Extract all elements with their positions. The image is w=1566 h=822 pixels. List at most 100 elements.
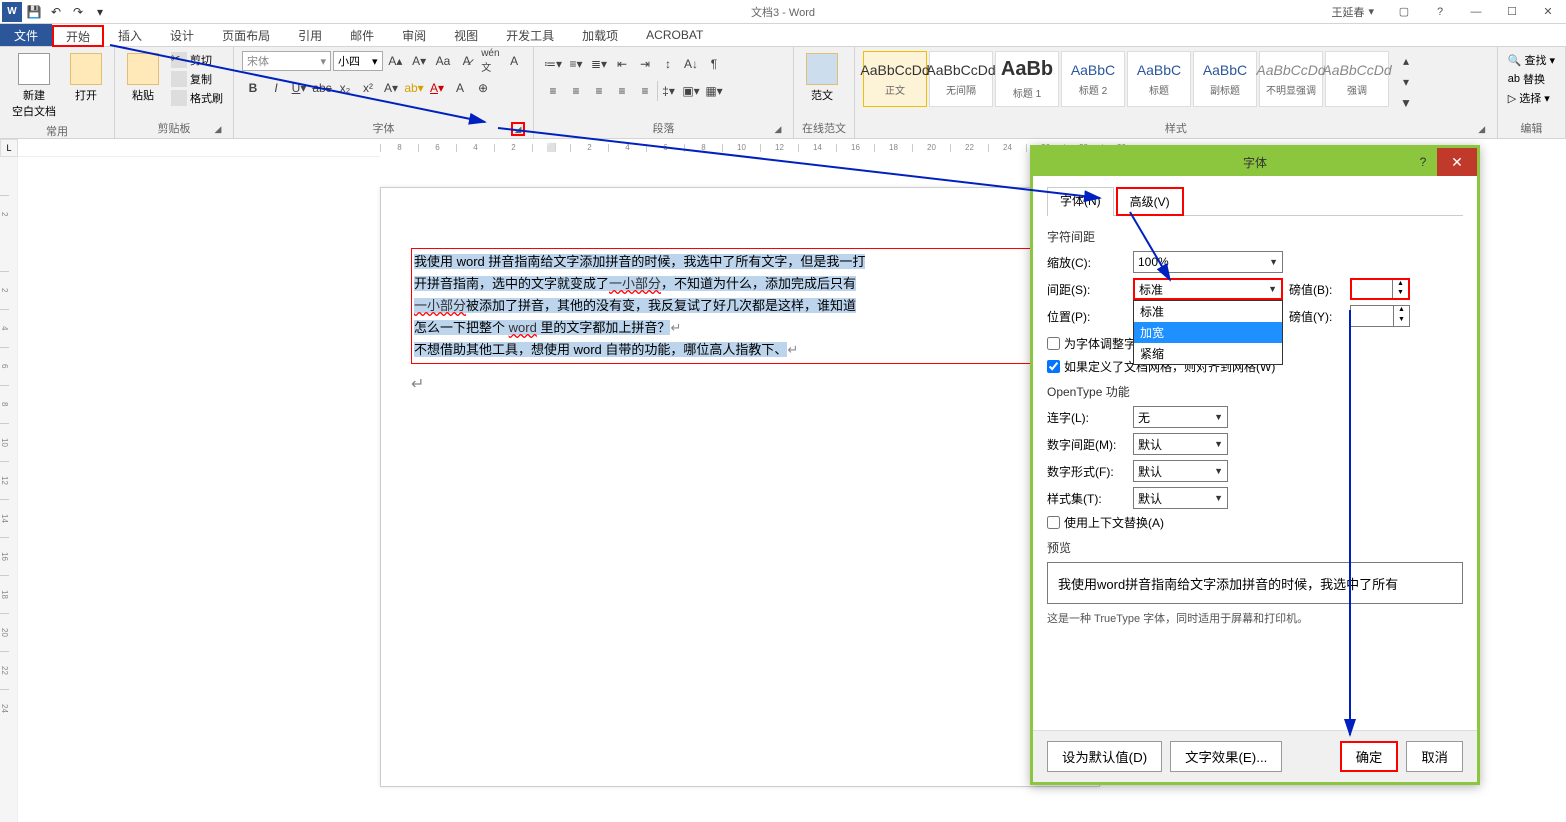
- sort-icon[interactable]: A↓: [680, 54, 702, 74]
- tab-references[interactable]: 引用: [284, 24, 336, 46]
- paste-button[interactable]: 粘贴: [123, 51, 163, 105]
- spacing-opt-standard[interactable]: 标准: [1134, 301, 1282, 322]
- style-subtle[interactable]: AaBbCcDd不明显强调: [1259, 51, 1323, 107]
- scale-combo[interactable]: 100%▼: [1133, 251, 1283, 273]
- align-left-icon[interactable]: ≡: [542, 81, 564, 101]
- font-launcher-icon[interactable]: ◢: [511, 122, 525, 136]
- find-button[interactable]: 🔍查找 ▾: [1506, 51, 1557, 69]
- bullets-icon[interactable]: ≔▾: [542, 54, 564, 74]
- text-effects-button[interactable]: 文字效果(E)...: [1170, 741, 1282, 772]
- align-center-icon[interactable]: ≡: [565, 81, 587, 101]
- change-case-icon[interactable]: Aa: [432, 51, 454, 71]
- dialog-tab-font[interactable]: 字体(N): [1047, 187, 1114, 216]
- template-button[interactable]: 范文: [802, 51, 842, 105]
- paragraph-launcher-icon[interactable]: ◢: [771, 122, 785, 136]
- tab-view[interactable]: 视图: [440, 24, 492, 46]
- underline-icon[interactable]: U▾: [288, 78, 310, 98]
- document-text[interactable]: 我使用 word 拼音指南给文字添加拼音的时候，我选中了所有文字，但是我一打 开…: [414, 251, 1066, 361]
- style-heading2[interactable]: AaBbC标题 2: [1061, 51, 1125, 107]
- contextual-checkbox[interactable]: [1047, 516, 1060, 529]
- borders-icon[interactable]: ▦▾: [703, 81, 725, 101]
- tab-addins[interactable]: 加载项: [568, 24, 632, 46]
- redo-icon[interactable]: ↷: [68, 2, 88, 22]
- tab-home[interactable]: 开始: [52, 25, 104, 47]
- ligatures-combo[interactable]: 无▼: [1133, 406, 1228, 428]
- position-pts-spinner[interactable]: ▲▼: [1350, 305, 1410, 327]
- tab-file[interactable]: 文件: [0, 24, 52, 46]
- shading-icon[interactable]: ▣▾: [680, 81, 702, 101]
- line-spacing-icon[interactable]: ‡▾: [657, 81, 679, 101]
- kerning-checkbox[interactable]: [1047, 337, 1060, 350]
- save-icon[interactable]: 💾: [24, 2, 44, 22]
- dialog-titlebar[interactable]: 字体 ? ✕: [1033, 148, 1477, 176]
- ok-button[interactable]: 确定: [1340, 741, 1399, 772]
- tab-layout[interactable]: 页面布局: [208, 24, 284, 46]
- style-title[interactable]: AaBbC标题: [1127, 51, 1191, 107]
- spacing-pts-spinner[interactable]: ▲▼: [1350, 278, 1410, 300]
- user-name[interactable]: 王延春 ▾: [1323, 4, 1382, 20]
- style-subtitle[interactable]: AaBbC副标题: [1193, 51, 1257, 107]
- ribbon-options-icon[interactable]: ▢: [1390, 2, 1418, 22]
- close-icon[interactable]: ✕: [1534, 2, 1562, 22]
- cut-button[interactable]: ✂剪切: [169, 51, 225, 69]
- ruler-corner[interactable]: L: [0, 139, 18, 157]
- styles-launcher-icon[interactable]: ◢: [1475, 122, 1489, 136]
- styleset-combo[interactable]: 默认▼: [1133, 487, 1228, 509]
- superscript-icon[interactable]: x²: [357, 78, 379, 98]
- italic-icon[interactable]: I: [265, 78, 287, 98]
- document-page[interactable]: 我使用 word 拼音指南给文字添加拼音的时候，我选中了所有文字，但是我一打 开…: [380, 187, 1100, 787]
- spacing-combo[interactable]: 标准▼: [1133, 278, 1283, 300]
- numspacing-combo[interactable]: 默认▼: [1133, 433, 1228, 455]
- justify-icon[interactable]: ≡: [611, 81, 633, 101]
- enclosed-char-icon[interactable]: ⊕: [472, 78, 494, 98]
- phonetic-guide-icon[interactable]: wén文: [480, 51, 502, 71]
- dialog-help-icon[interactable]: ?: [1411, 148, 1435, 176]
- distributed-icon[interactable]: ≡: [634, 81, 656, 101]
- font-color-icon[interactable]: A▾: [426, 78, 448, 98]
- styles-down-icon[interactable]: ▾: [1395, 72, 1417, 92]
- spacing-opt-condensed[interactable]: 紧缩: [1134, 343, 1282, 364]
- numbering-icon[interactable]: ≡▾: [565, 54, 587, 74]
- multilevel-icon[interactable]: ≣▾: [588, 54, 610, 74]
- style-emphasis[interactable]: AaBbCcDd强调: [1325, 51, 1389, 107]
- align-right-icon[interactable]: ≡: [588, 81, 610, 101]
- numform-combo[interactable]: 默认▼: [1133, 460, 1228, 482]
- format-painter-button[interactable]: 格式刷: [169, 89, 225, 107]
- tab-acrobat[interactable]: ACROBAT: [632, 24, 717, 46]
- maximize-icon[interactable]: ☐: [1498, 2, 1526, 22]
- tab-design[interactable]: 设计: [156, 24, 208, 46]
- style-heading1[interactable]: AaBb标题 1: [995, 51, 1059, 107]
- tab-mailings[interactable]: 邮件: [336, 24, 388, 46]
- vertical-ruler[interactable]: 224681012141618202224: [0, 157, 18, 822]
- grid-checkbox[interactable]: [1047, 360, 1060, 373]
- select-button[interactable]: ▷选择 ▾: [1506, 89, 1557, 107]
- help-icon[interactable]: ?: [1426, 2, 1454, 22]
- bold-icon[interactable]: B: [242, 78, 264, 98]
- decrease-font-icon[interactable]: A▾: [408, 51, 430, 71]
- font-size-combo[interactable]: 小四▾: [333, 51, 383, 71]
- tab-insert[interactable]: 插入: [104, 24, 156, 46]
- dialog-close-icon[interactable]: ✕: [1437, 148, 1477, 176]
- char-border-icon[interactable]: A: [503, 51, 525, 71]
- new-doc-button[interactable]: 新建 空白文档: [8, 51, 60, 121]
- increase-indent-icon[interactable]: ⇥: [634, 54, 656, 74]
- subscript-icon[interactable]: x₂: [334, 78, 356, 98]
- increase-font-icon[interactable]: A▴: [385, 51, 407, 71]
- decrease-indent-icon[interactable]: ⇤: [611, 54, 633, 74]
- highlight-icon[interactable]: ab▾: [403, 78, 425, 98]
- style-nospacing[interactable]: AaBbCcDd无间隔: [929, 51, 993, 107]
- spacing-opt-expanded[interactable]: 加宽: [1134, 322, 1282, 343]
- undo-icon[interactable]: ↶: [46, 2, 66, 22]
- font-name-combo[interactable]: 宋体▾: [242, 51, 331, 71]
- tab-review[interactable]: 审阅: [388, 24, 440, 46]
- show-marks-icon[interactable]: ¶: [703, 54, 725, 74]
- dialog-tab-advanced[interactable]: 高级(V): [1116, 187, 1184, 216]
- char-shading-icon[interactable]: A: [449, 78, 471, 98]
- cancel-button[interactable]: 取消: [1406, 741, 1463, 772]
- styles-more-icon[interactable]: ▼: [1395, 93, 1417, 113]
- set-default-button[interactable]: 设为默认值(D): [1047, 741, 1162, 772]
- strike-icon[interactable]: abc: [311, 78, 333, 98]
- styles-up-icon[interactable]: ▴: [1395, 51, 1417, 71]
- copy-button[interactable]: 复制: [169, 70, 225, 88]
- open-button[interactable]: 打开: [66, 51, 106, 105]
